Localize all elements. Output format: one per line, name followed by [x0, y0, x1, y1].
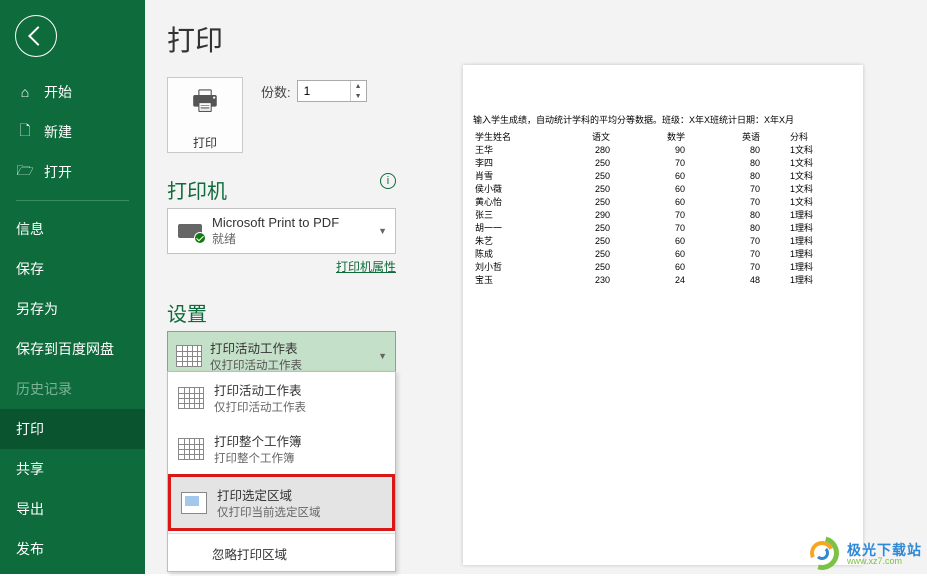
nav-info[interactable]: 信息 — [0, 209, 145, 249]
nav-label: 导出 — [16, 499, 44, 519]
print-what-menu: 打印活动工作表仅打印活动工作表 打印整个工作簿打印整个工作簿 打印选定区域仅打印… — [167, 371, 396, 572]
file-icon: 🗋 — [16, 123, 34, 141]
dd-title: 打印活动工作表 — [214, 380, 306, 399]
nav-label: 打印 — [16, 419, 44, 439]
copies-input[interactable] — [298, 81, 350, 101]
nav-save[interactable]: 保存 — [0, 249, 145, 289]
nav-share[interactable]: 共享 — [0, 449, 145, 489]
copies-spinner[interactable]: ▲▼ — [297, 80, 367, 102]
nav-label: 信息 — [16, 219, 44, 239]
printer-dropdown[interactable]: Microsoft Print to PDF 就绪 ▼ — [167, 208, 396, 254]
logo-text-en: www.xz7.com — [847, 557, 922, 566]
preview-table: 学生姓名语文数学英语分科王华28090801文科李四25070801文科肖雪25… — [473, 130, 858, 286]
nav-history: 历史记录 — [0, 369, 145, 409]
dd-ignore-print-area[interactable]: 忽略打印区域 — [168, 536, 395, 571]
dd-item-selection[interactable]: 打印选定区域仅打印当前选定区域 — [168, 474, 395, 531]
selection-icon — [181, 492, 207, 514]
dd-item-entire-workbook[interactable]: 打印整个工作簿打印整个工作簿 — [168, 423, 395, 474]
nav-new[interactable]: 🗋 新建 — [0, 112, 145, 152]
nav-label: 历史记录 — [16, 379, 72, 399]
print-button[interactable]: 🖶 打印 — [167, 77, 243, 153]
preview-note: 输入学生成绩，自动统计学科的平均分等数据。班级：X年X班统计日期：X年X月 — [473, 113, 858, 126]
printer-section-title: 打印机 — [167, 175, 227, 204]
nav-label: 共享 — [16, 459, 44, 479]
dd-title: 打印整个工作簿 — [214, 431, 302, 450]
info-icon[interactable]: i — [380, 173, 396, 189]
logo-text-cn: 极光下载站 — [847, 543, 922, 557]
dd-subtitle: 仅打印当前选定区域 — [217, 504, 321, 520]
back-arrow-icon — [28, 26, 48, 46]
chevron-down-icon: ▼ — [378, 351, 387, 361]
nav-label: 打开 — [44, 162, 72, 182]
printer-name: Microsoft Print to PDF — [212, 215, 387, 230]
dd-subtitle: 打印整个工作簿 — [214, 450, 302, 466]
nav-label: 开始 — [44, 82, 72, 102]
printer-status-icon — [176, 220, 204, 242]
workbook-icon — [178, 438, 204, 460]
nav-saveas[interactable]: 另存为 — [0, 289, 145, 329]
printer-icon: 🖶 — [192, 80, 218, 128]
nav-label: 新建 — [44, 122, 72, 142]
back-button[interactable] — [15, 15, 57, 57]
dd-subtitle: 仅打印活动工作表 — [214, 399, 306, 415]
printer-properties-link[interactable]: 打印机属性 — [336, 260, 396, 274]
preview-page: 输入学生成绩，自动统计学科的平均分等数据。班级：X年X班统计日期：X年X月 学生… — [463, 65, 863, 565]
print-button-label: 打印 — [193, 134, 217, 151]
nav-label: 发布 — [16, 539, 44, 559]
chevron-down-icon: ▼ — [378, 226, 387, 236]
nav-home[interactable]: ⌂ 开始 — [0, 72, 145, 112]
home-icon: ⌂ — [16, 83, 34, 101]
folder-icon: 🗁 — [16, 163, 34, 181]
backstage-sidebar: ⌂ 开始 🗋 新建 🗁 打开 信息 保存 另存为 保存到百度网盘 历史记录 打印 共享… — [0, 0, 145, 574]
dd-item-active-sheets[interactable]: 打印活动工作表仅打印活动工作表 — [168, 372, 395, 423]
nav-separator — [16, 200, 129, 201]
nav-label: 保存 — [16, 259, 44, 279]
logo-icon — [805, 536, 843, 572]
nav-publish[interactable]: 发布 — [0, 529, 145, 569]
setting-title: 打印活动工作表 — [210, 338, 302, 357]
worksheet-icon — [178, 387, 204, 409]
spinner-up-icon[interactable]: ▲ — [351, 81, 366, 91]
nav-open[interactable]: 🗁 打开 — [0, 152, 145, 192]
worksheet-icon — [176, 345, 202, 367]
nav-label: 另存为 — [16, 299, 58, 319]
watermark-logo: 极光下载站 www.xz7.com — [805, 536, 922, 572]
print-preview: 输入学生成绩，自动统计学科的平均分等数据。班级：X年X班统计日期：X年X月 学生… — [418, 60, 927, 570]
dd-title: 打印选定区域 — [217, 485, 321, 504]
nav-save-baidu[interactable]: 保存到百度网盘 — [0, 329, 145, 369]
nav-label: 保存到百度网盘 — [16, 339, 114, 359]
spinner-down-icon[interactable]: ▼ — [351, 91, 366, 101]
copies-label: 份数: — [261, 82, 291, 101]
dd-separator — [168, 533, 395, 534]
printer-status: 就绪 — [212, 230, 387, 247]
nav-export[interactable]: 导出 — [0, 489, 145, 529]
nav-print[interactable]: 打印 — [0, 409, 145, 449]
